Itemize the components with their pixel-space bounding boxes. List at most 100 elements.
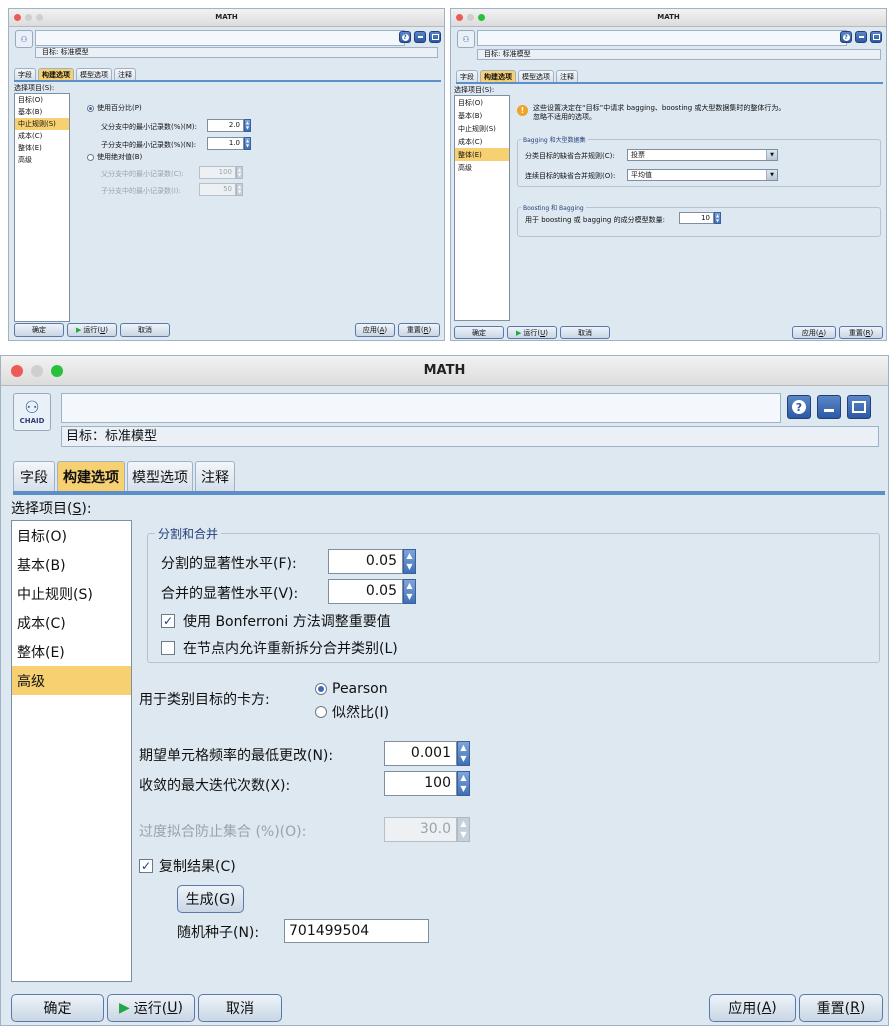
zoom-dot[interactable]: [36, 14, 43, 21]
help-button[interactable]: ?: [787, 395, 811, 419]
max-iter-spinner[interactable]: 100 ▲ ▼: [384, 771, 470, 796]
maximize-button[interactable]: [870, 31, 882, 43]
checkmark-icon[interactable]: ✓: [139, 859, 153, 873]
tab-fields[interactable]: 字段: [13, 461, 55, 492]
nav-item-stopping-rules[interactable]: 中止规则(S): [12, 579, 131, 608]
tab-underline: [456, 82, 883, 84]
reset-button[interactable]: 重置(R): [839, 326, 883, 339]
spinner-arrows-icon[interactable]: ▲ ▼: [403, 579, 416, 604]
parent-min-pct-value[interactable]: 2.0: [207, 119, 244, 132]
nav-item-costs[interactable]: 成本(C): [455, 135, 509, 148]
reset-button[interactable]: 重置(R): [398, 323, 440, 337]
nav-item-stopping-rules[interactable]: 中止规则(S): [455, 122, 509, 135]
apply-button[interactable]: 应用(A): [355, 323, 395, 337]
window-title: MATH: [423, 363, 466, 378]
chevron-down-icon[interactable]: ▼: [766, 150, 777, 160]
continuous-rule-select[interactable]: 平均值 ▼: [627, 169, 778, 181]
tab-build-options[interactable]: 构建选项: [57, 461, 125, 492]
spinner-arrows-icon[interactable]: ▲ ▼: [457, 771, 470, 796]
spinner-arrows-icon[interactable]: ▲ ▼: [714, 212, 721, 224]
header-bar: [61, 393, 781, 423]
nav-item-advanced[interactable]: 高级: [15, 154, 69, 166]
ok-button[interactable]: 确定: [14, 323, 64, 337]
nav-item-costs[interactable]: 成本(C): [12, 608, 131, 637]
help-button[interactable]: ?: [840, 31, 852, 43]
minimize-button[interactable]: [855, 31, 867, 43]
tab-model-options[interactable]: 模型选项: [127, 461, 193, 492]
split-sig-value[interactable]: 0.05: [328, 549, 403, 574]
chevron-down-icon[interactable]: ▼: [766, 170, 777, 180]
radio-use-absolute[interactable]: 使用绝对值(B): [87, 152, 142, 162]
resplit-checkbox[interactable]: 在节点内允许重新拆分合并类别(L): [161, 638, 398, 658]
nav-item-objective[interactable]: 目标(O): [12, 521, 131, 550]
nav-item-ensemble[interactable]: 整体(E): [455, 148, 509, 161]
child-min-pct-spinner[interactable]: 1.0 ▲ ▼: [207, 137, 251, 150]
nav-item-advanced[interactable]: 高级: [12, 666, 131, 695]
maximize-button[interactable]: [429, 31, 441, 43]
reset-button[interactable]: 重置(R): [799, 994, 883, 1022]
merge-sig-spinner[interactable]: 0.05 ▲ ▼: [328, 579, 416, 604]
radio-pearson[interactable]: Pearson: [315, 681, 388, 697]
ok-button[interactable]: 确定: [11, 994, 104, 1022]
help-button[interactable]: ?: [399, 31, 411, 43]
apply-button[interactable]: 应用(A): [709, 994, 796, 1022]
spinner-arrows-icon[interactable]: ▲ ▼: [457, 741, 470, 766]
spinner-arrows-icon[interactable]: ▲ ▼: [244, 119, 251, 132]
nav-item-ensemble[interactable]: 整体(E): [12, 637, 131, 666]
num-models-value[interactable]: 10: [679, 212, 714, 224]
nav-item-basic[interactable]: 基本(B): [12, 550, 131, 579]
nav-item-stopping-rules[interactable]: 中止规则(S): [15, 118, 69, 130]
nav-item-ensemble[interactable]: 整体(E): [15, 142, 69, 154]
merge-sig-value[interactable]: 0.05: [328, 579, 403, 604]
run-button[interactable]: ▶ 运行(U): [107, 994, 195, 1022]
apply-button[interactable]: 应用(A): [792, 326, 836, 339]
min-change-value[interactable]: 0.001: [384, 741, 457, 766]
close-dot[interactable]: [14, 14, 21, 21]
child-min-pct-value[interactable]: 1.0: [207, 137, 244, 150]
min-change-spinner[interactable]: 0.001 ▲ ▼: [384, 741, 470, 766]
nav-item-objective[interactable]: 目标(O): [455, 96, 509, 109]
nav-item-advanced[interactable]: 高级: [455, 161, 509, 174]
close-dot[interactable]: [456, 14, 463, 21]
minimize-dot[interactable]: [467, 14, 474, 21]
max-iter-value[interactable]: 100: [384, 771, 457, 796]
tab-underline: [13, 491, 885, 495]
replicate-checkbox[interactable]: ✓ 复制结果(C): [139, 856, 236, 876]
zoom-dot[interactable]: [51, 364, 63, 377]
seed-input[interactable]: 701499504: [284, 919, 429, 943]
nav-item-basic[interactable]: 基本(B): [15, 106, 69, 118]
radio-likelihood[interactable]: 似然比(I): [315, 702, 389, 722]
parent-min-pct-spinner[interactable]: 2.0 ▲ ▼: [207, 119, 251, 132]
cancel-button[interactable]: 取消: [198, 994, 282, 1022]
minimize-button[interactable]: [414, 31, 426, 43]
checkmark-icon[interactable]: ✓: [161, 614, 175, 628]
run-button[interactable]: ▶ 运行(U): [507, 326, 557, 339]
maximize-icon: [431, 34, 439, 40]
nav-item-costs[interactable]: 成本(C): [15, 130, 69, 142]
ok-button[interactable]: 确定: [454, 326, 504, 339]
minimize-dot[interactable]: [25, 14, 32, 21]
spinner-arrows-icon[interactable]: ▲ ▼: [403, 549, 416, 574]
generate-button[interactable]: 生成(G): [177, 885, 244, 913]
maximize-button[interactable]: [847, 395, 871, 419]
objective-bar: 目标: 标准模型: [35, 47, 438, 58]
minimize-dot[interactable]: [31, 364, 43, 377]
spinner-arrows-icon[interactable]: ▲ ▼: [244, 137, 251, 150]
close-dot[interactable]: [11, 364, 23, 377]
zoom-dot[interactable]: [478, 14, 485, 21]
cancel-button[interactable]: 取消: [560, 326, 610, 339]
categorical-rule-select[interactable]: 投票 ▼: [627, 149, 778, 161]
cancel-button[interactable]: 取消: [120, 323, 170, 337]
checkbox-empty-icon[interactable]: [161, 641, 175, 655]
nav-item-basic[interactable]: 基本(B): [455, 109, 509, 122]
header-bar: [35, 30, 405, 46]
bonferroni-checkbox[interactable]: ✓ 使用 Bonferroni 方法调整重要值: [161, 611, 391, 631]
radio-use-percent[interactable]: 使用百分比(P): [87, 103, 142, 113]
nav-item-objective[interactable]: 目标(O): [15, 94, 69, 106]
tab-annotations[interactable]: 注释: [195, 461, 235, 492]
minimize-button[interactable]: [817, 395, 841, 419]
split-sig-spinner[interactable]: 0.05 ▲ ▼: [328, 549, 416, 574]
run-button[interactable]: ▶ 运行(U): [67, 323, 117, 337]
num-models-spinner[interactable]: 10 ▲ ▼: [679, 212, 721, 224]
title-bar: MATH: [9, 9, 444, 27]
